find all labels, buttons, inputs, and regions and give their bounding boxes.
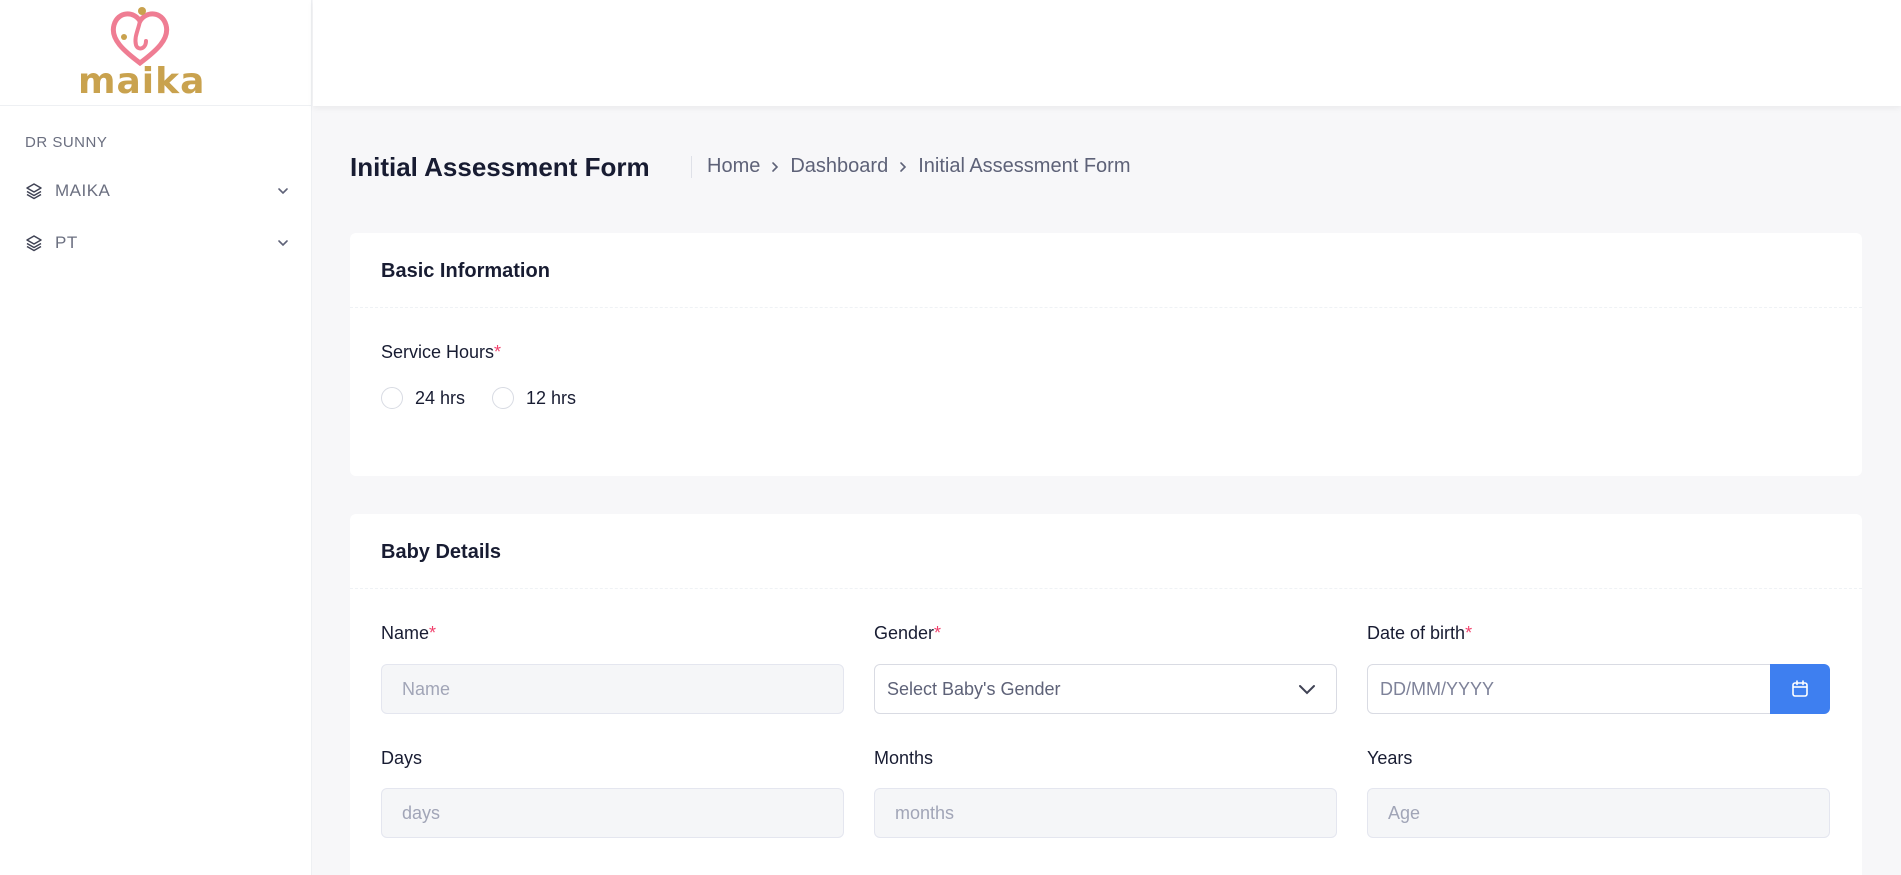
name-input[interactable]	[381, 664, 844, 714]
radio-12-hrs[interactable]: 12 hrs	[492, 387, 576, 409]
service-hours-label-text: Service Hours	[381, 342, 495, 362]
date-of-birth-input[interactable]	[1367, 664, 1771, 714]
chevron-down-icon	[278, 240, 288, 247]
logo-area: maika	[0, 0, 311, 106]
dob-label: Date of birth*	[1367, 623, 1472, 644]
page-title: Initial Assessment Form	[350, 152, 650, 182]
sidebar: maika DR SUNNY MAIKA PT	[0, 0, 312, 875]
sidebar-item-pt[interactable]: PT	[0, 221, 312, 265]
radio-button[interactable]	[381, 387, 403, 409]
maika-logo[interactable]: maika	[78, 5, 206, 102]
top-header	[313, 0, 1901, 106]
name-label: Name*	[381, 623, 436, 644]
breadcrumb-current: Initial Assessment Form	[918, 155, 1131, 177]
chevron-right-icon	[888, 155, 918, 178]
card-title: Basic Information	[381, 260, 550, 282]
gender-label-text: Gender	[874, 623, 935, 643]
required-mark: *	[429, 623, 437, 643]
calendar-icon	[1792, 680, 1808, 697]
radio-24-hrs[interactable]: 24 hrs	[381, 387, 465, 409]
chevron-down-icon	[1299, 685, 1315, 695]
required-mark: *	[494, 342, 502, 362]
service-hours-label: Service Hours*	[381, 342, 501, 363]
logo-text: maika	[78, 61, 206, 102]
layers-icon	[26, 183, 42, 200]
years-label: Years	[1367, 748, 1413, 768]
chevron-right-icon	[760, 155, 790, 178]
card-title: Baby Details	[381, 541, 502, 563]
months-input[interactable]	[874, 788, 1337, 838]
required-mark: *	[1465, 623, 1473, 643]
months-label: Months	[874, 748, 934, 768]
sidebar-item-label: PT	[55, 233, 78, 252]
radio-label: 24 hrs	[415, 387, 466, 408]
years-input[interactable]	[1367, 788, 1830, 838]
gender-select-value: Select Baby's Gender	[887, 678, 1061, 699]
breadcrumb-home[interactable]: Home	[707, 155, 760, 178]
days-label: Days	[381, 748, 423, 768]
breadcrumb-dashboard[interactable]: Dashboard	[790, 155, 888, 178]
required-mark: *	[934, 623, 942, 643]
gender-select[interactable]: Select Baby's Gender	[874, 664, 1337, 714]
days-input[interactable]	[381, 788, 844, 838]
title-divider	[691, 156, 692, 178]
layers-icon	[26, 235, 42, 252]
baby-details-card: Baby Details Name* Gender* Select Baby's…	[350, 514, 1862, 875]
dob-label-text: Date of birth	[1367, 623, 1466, 643]
radio-button[interactable]	[492, 387, 514, 409]
user-name: DR SUNNY	[25, 134, 108, 151]
radio-label: 12 hrs	[526, 387, 577, 408]
card-header: Baby Details	[350, 514, 1862, 589]
card-header: Basic Information	[350, 233, 1862, 308]
chevron-down-icon	[278, 188, 288, 195]
breadcrumb: Home Dashboard Initial Assessment Form	[707, 155, 1131, 178]
basic-information-card: Basic Information Service Hours* 24 hrs …	[350, 233, 1862, 476]
name-label-text: Name	[381, 623, 430, 643]
sidebar-item-label: MAIKA	[55, 181, 111, 200]
sidebar-item-maika[interactable]: MAIKA	[0, 169, 312, 213]
gender-label: Gender*	[874, 623, 941, 644]
calendar-button[interactable]	[1770, 664, 1830, 714]
